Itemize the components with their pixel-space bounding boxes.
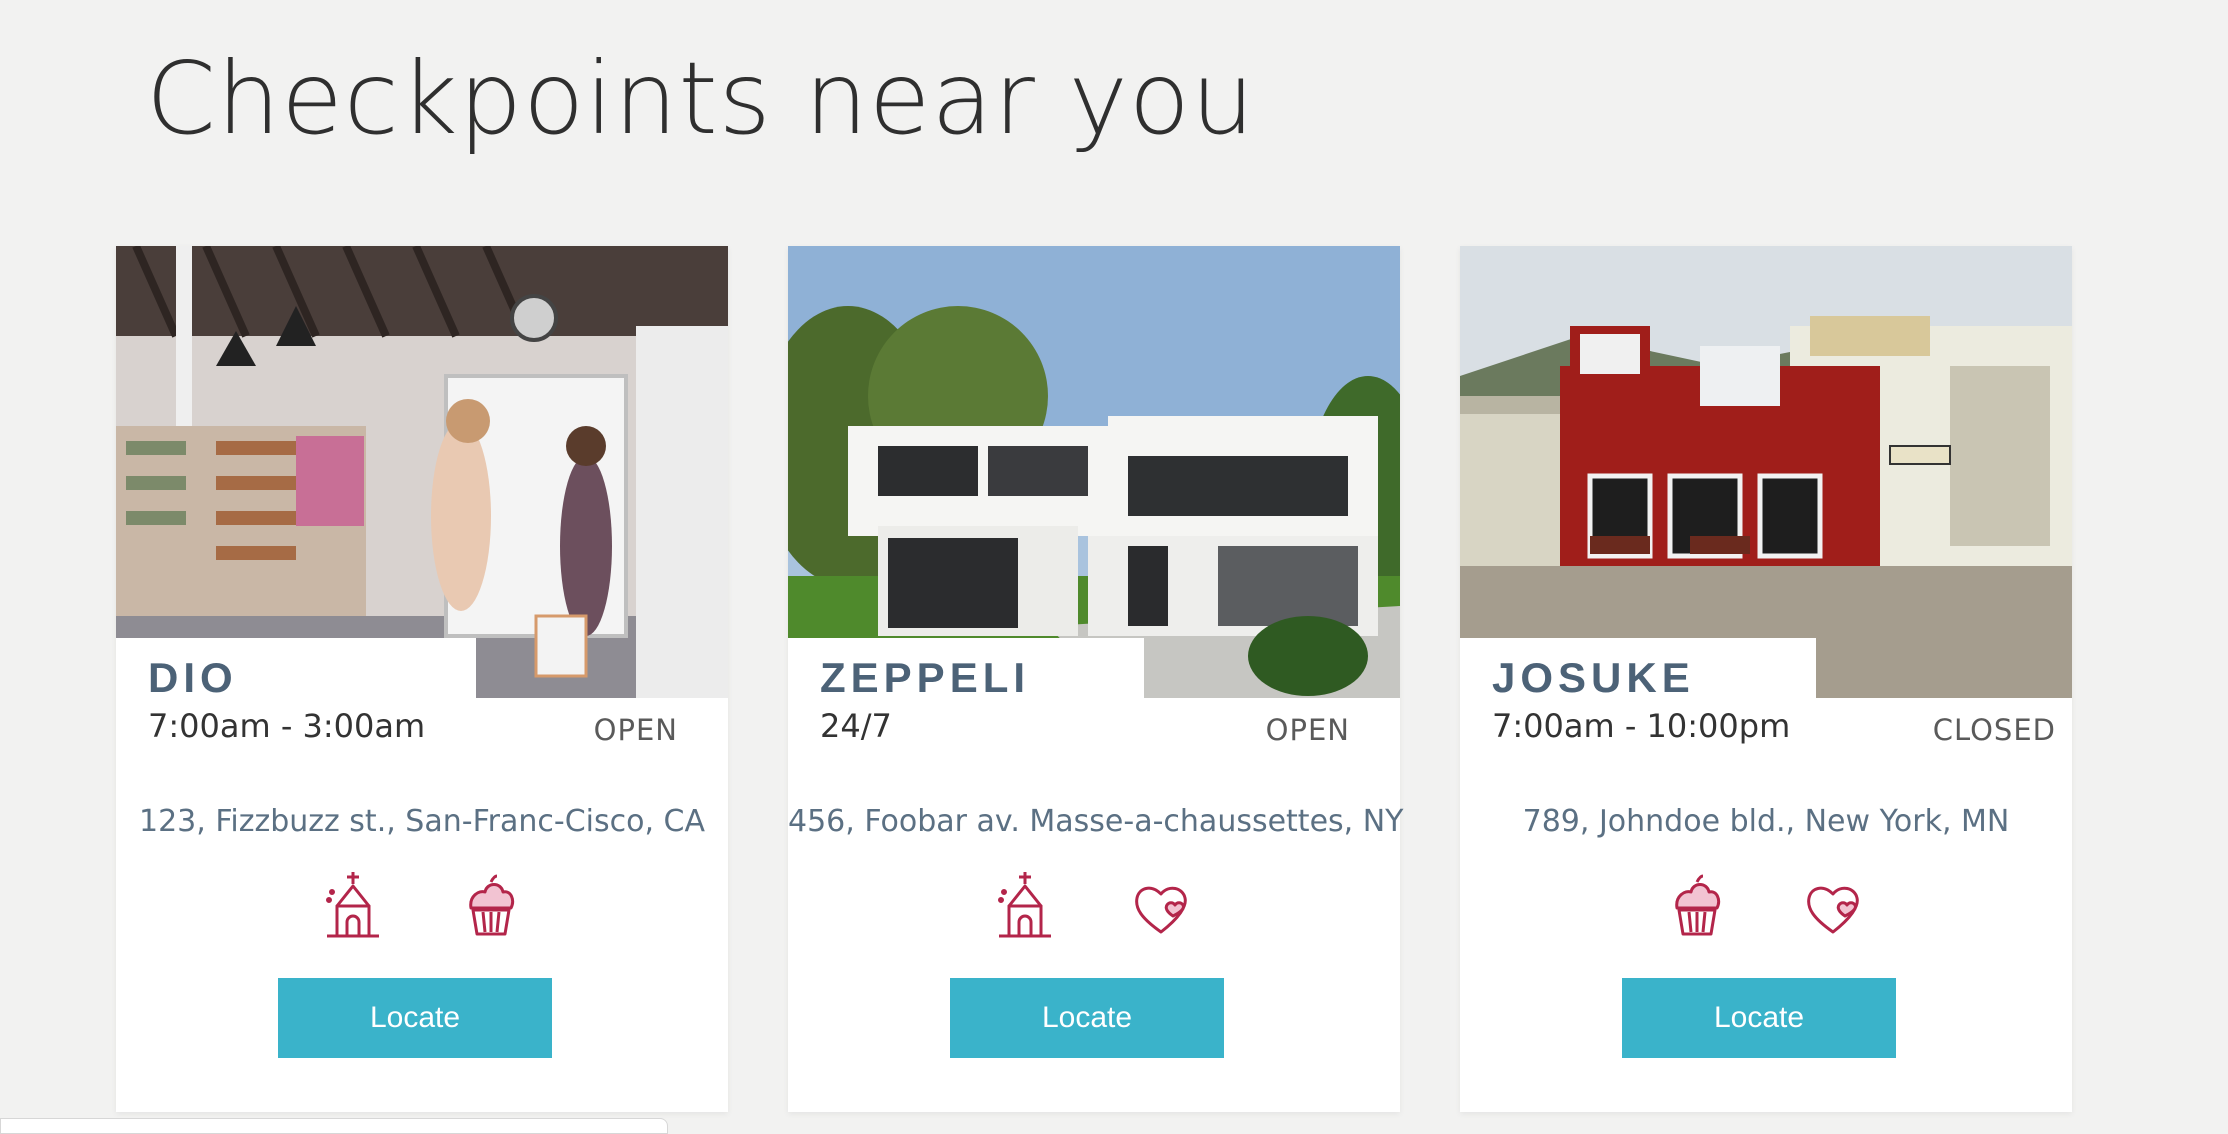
checkpoint-hours: 7:00am - 3:00am [148, 707, 426, 745]
status-label: CLOSED [1932, 713, 2056, 747]
checkpoint-address: 456, Foobar av. Masse-a-chaussettes, NY [788, 804, 1404, 839]
page-title: Checkpoints near you [146, 40, 1256, 157]
heart-icon [1805, 870, 1865, 942]
locate-button[interactable]: Locate [278, 978, 552, 1058]
checkpoint-photo-modern-house [788, 246, 1400, 698]
checkpoint-card-zeppeli: ZEPPELI 24/7 OPEN 456, Foobar av. Masse-… [788, 246, 1404, 1112]
heart-icon [1133, 870, 1193, 942]
church-icon [323, 870, 383, 942]
locate-button[interactable]: Locate [1622, 978, 1896, 1058]
checkpoint-name: ZEPPELI [820, 654, 1031, 701]
amenity-icons [788, 870, 1400, 950]
status-label: OPEN [1265, 713, 1350, 747]
checkpoint-name: JOSUKE [1492, 654, 1695, 701]
status-label: OPEN [593, 713, 678, 747]
checkpoint-name: DIO [148, 654, 238, 701]
checkpoint-photo-storefront [1460, 246, 2072, 698]
checkpoint-hours: 24/7 [820, 707, 892, 745]
cupcake-icon [461, 870, 521, 942]
church-icon [995, 870, 1055, 942]
horizontal-scrollbar[interactable] [0, 1118, 668, 1134]
checkpoint-address: 789, Johndoe bld., New York, MN [1522, 804, 2010, 839]
checkpoint-photo-store-interior [116, 246, 728, 698]
locate-button[interactable]: Locate [950, 978, 1224, 1058]
checkpoint-card-dio: DIO 7:00am - 3:00am OPEN 123, Fizzbuzz s… [116, 246, 728, 1112]
amenity-icons [116, 870, 728, 950]
cupcake-icon [1667, 870, 1727, 942]
amenity-icons [1460, 870, 2072, 950]
checkpoint-hours: 7:00am - 10:00pm [1492, 707, 1791, 745]
checkpoint-address: 123, Fizzbuzz st., San-Franc-Cisco, CA [138, 804, 705, 839]
checkpoint-card-josuke: JOSUKE 7:00am - 10:00pm CLOSED 789, John… [1460, 246, 2072, 1112]
